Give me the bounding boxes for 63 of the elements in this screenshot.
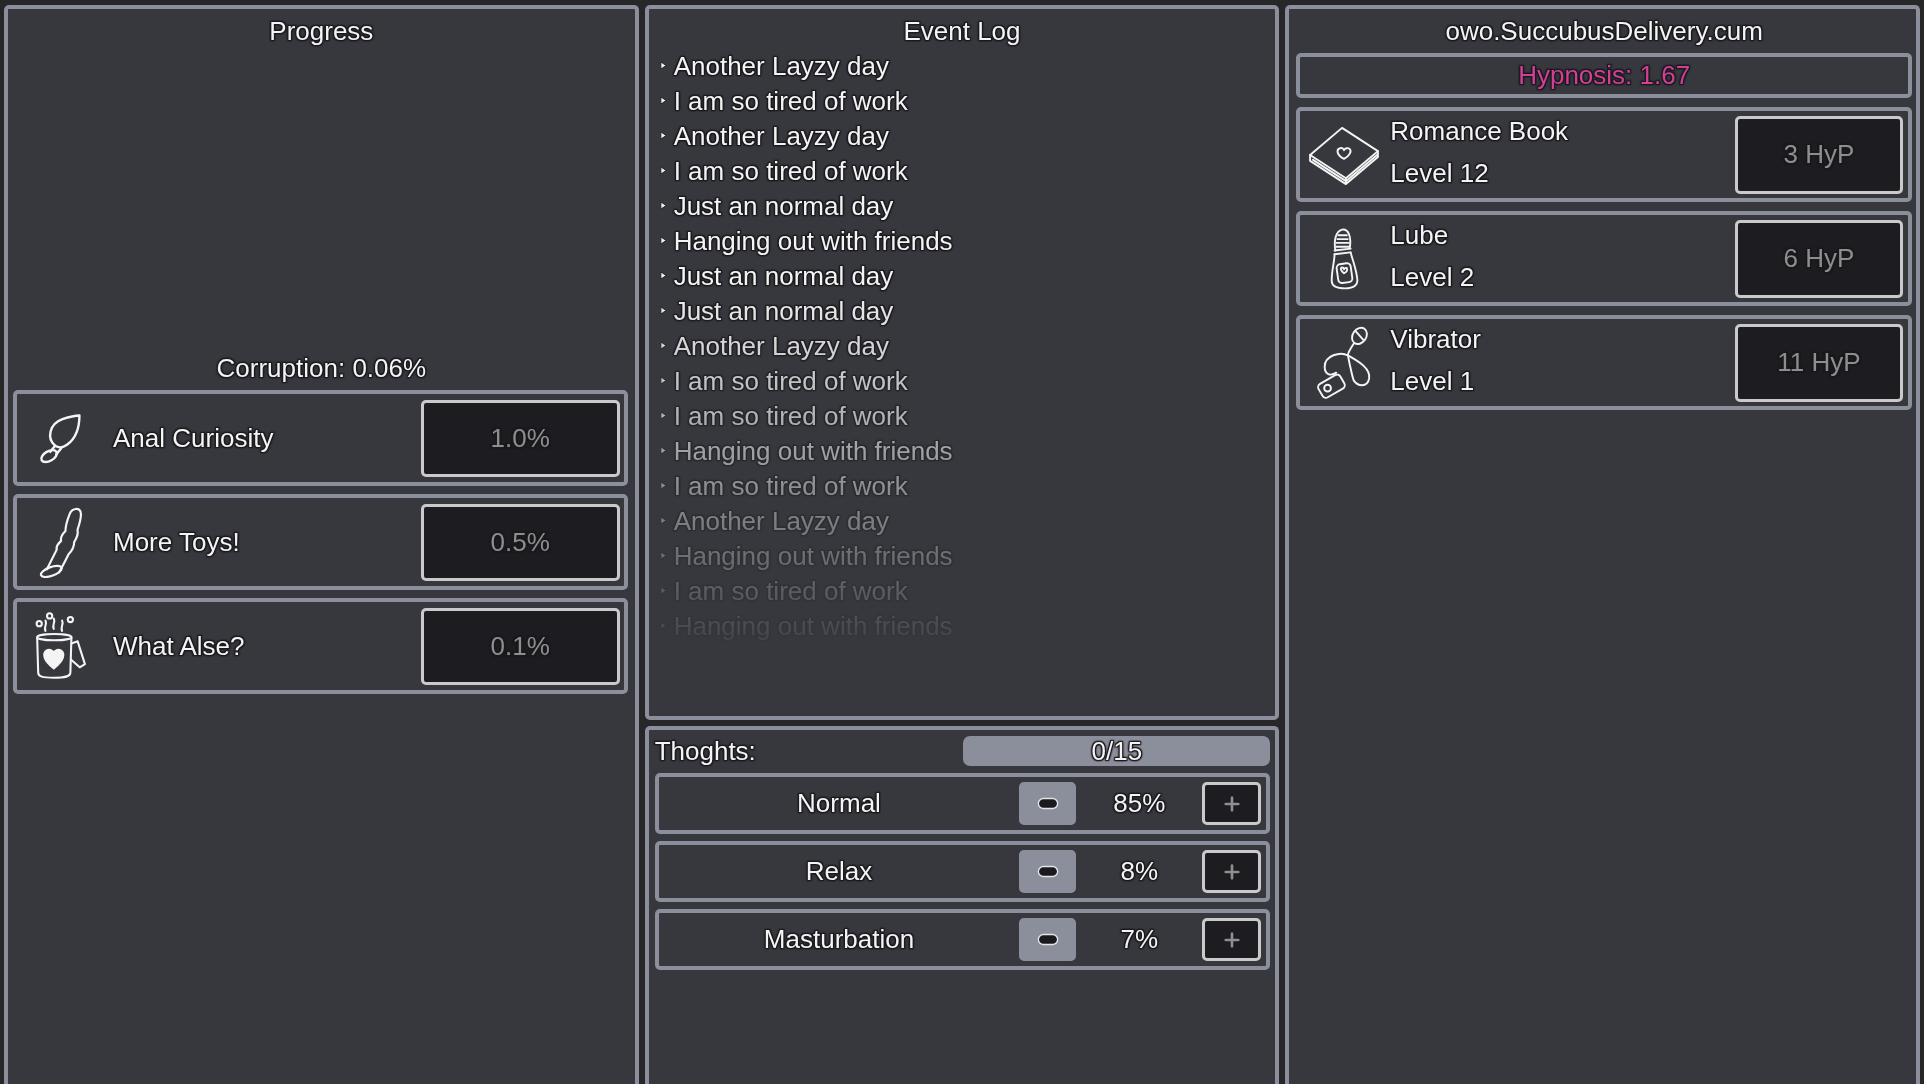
hypnosis-counter: Hypnosis: 1.67: [1296, 53, 1912, 98]
item-level: Level 1: [1390, 364, 1475, 398]
decrease-button[interactable]: [1019, 918, 1077, 961]
log-entry: Hanging out with friends: [673, 225, 953, 256]
thought-label: Relax: [805, 856, 873, 887]
log-entry: I am so tired of work: [673, 365, 908, 396]
corruption-label: Corruption: 0.06%: [216, 354, 427, 382]
panel-title: Event Log: [903, 17, 1021, 45]
item-level: Level 2: [1390, 260, 1475, 294]
log-entry: Another Layzy day: [673, 330, 889, 361]
decrease-button[interactable]: [1019, 850, 1077, 893]
minus-icon: [1036, 933, 1059, 946]
thought-label: Masturbation: [763, 924, 915, 955]
triangle-bullet-icon: [659, 271, 667, 280]
log-entry: I am so tired of work: [673, 155, 908, 186]
minus-icon: [1036, 865, 1059, 878]
upgrade-label: More Toys!: [113, 526, 240, 558]
log-entry: I am so tired of work: [673, 400, 908, 431]
triangle-bullet-icon: [659, 446, 667, 455]
panel-title: owo.SuccubusDelivery.cum: [1445, 17, 1763, 45]
item-level: Level 12: [1390, 156, 1489, 190]
minus-icon: [1036, 797, 1059, 810]
log-entry: I am so tired of work: [673, 85, 908, 116]
triangle-bullet-icon: [659, 551, 667, 560]
log-entry: Just an normal day: [673, 295, 894, 326]
upgrade-label: What Alse?: [113, 630, 245, 662]
triangle-bullet-icon: [659, 201, 667, 210]
thought-percent: 85%: [1113, 788, 1166, 819]
log-entry: Just an normal day: [673, 260, 894, 291]
thought-percent: 7%: [1120, 924, 1159, 955]
plug-icon: [38, 412, 82, 464]
triangle-bullet-icon: [659, 96, 667, 105]
log-entry: Another Layzy day: [673, 50, 889, 81]
log-entry: Another Layzy day: [673, 120, 889, 151]
plus-icon: [1222, 862, 1241, 881]
triangle-bullet-icon: [659, 376, 667, 385]
triangle-bullet-icon: [659, 586, 667, 595]
log-entry: I am so tired of work: [673, 470, 908, 501]
upgrade-label: Anal Curiosity: [113, 422, 274, 454]
thoughts-counter: 0/15: [963, 736, 1271, 766]
triangle-bullet-icon: [659, 131, 667, 140]
triangle-bullet-icon: [659, 516, 667, 525]
triangle-bullet-icon: [659, 411, 667, 420]
item-name: Romance Book: [1390, 114, 1569, 148]
triangle-bullet-icon: [659, 481, 667, 490]
plus-icon: [1222, 930, 1241, 949]
mug-icon: [33, 612, 87, 680]
item-name: Vibrator: [1390, 322, 1481, 356]
thoughts-label: Thoghts:: [654, 736, 756, 766]
triangle-bullet-icon: [659, 61, 667, 70]
triangle-bullet-icon: [659, 166, 667, 175]
log-entry: Just an normal day: [673, 190, 894, 221]
triangle-bullet-icon: [659, 341, 667, 350]
item-name: Lube: [1390, 218, 1449, 252]
thought-label: Normal: [797, 788, 881, 819]
log-entry: Another Layzy day: [673, 505, 889, 536]
panel-title: Progress: [269, 17, 374, 45]
thought-percent: 8%: [1120, 856, 1159, 887]
triangle-bullet-icon: [659, 306, 667, 315]
log-entry: Hanging out with friends: [673, 435, 953, 466]
plus-icon: [1222, 794, 1241, 813]
triangle-bullet-icon: [659, 236, 667, 245]
decrease-button[interactable]: [1019, 782, 1077, 825]
